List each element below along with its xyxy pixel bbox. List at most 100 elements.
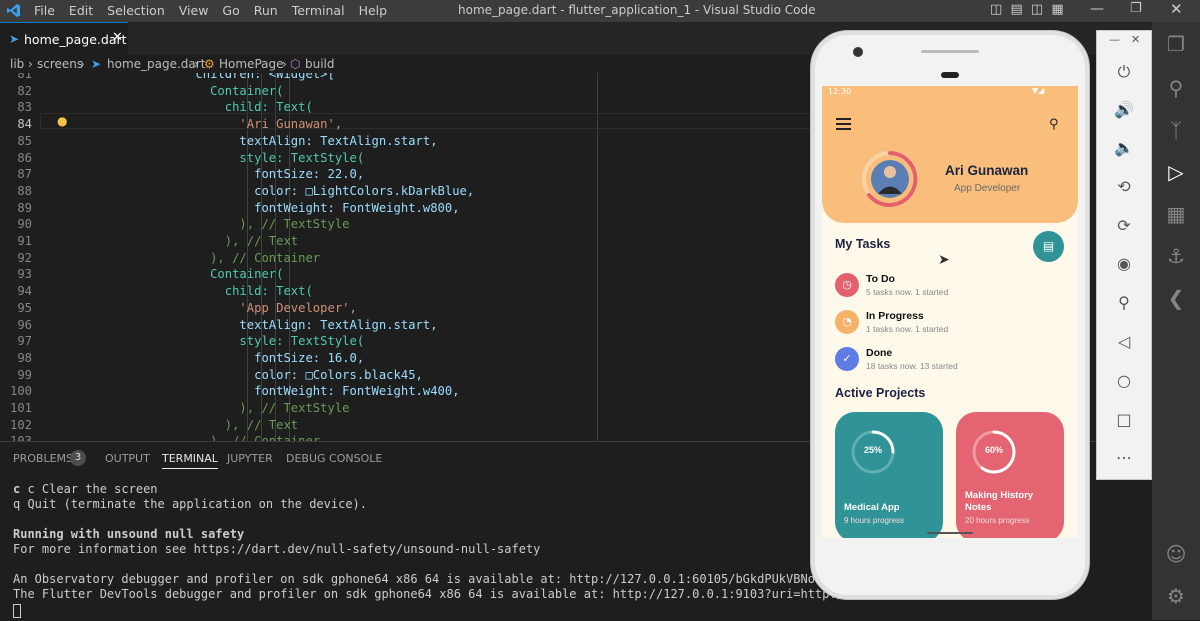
phone-screen: 12:30 ▼◢ ⚲ Ari Gunawan App Developer My …	[822, 86, 1078, 538]
extensions-icon[interactable]: ▦	[1164, 202, 1188, 226]
back-icon[interactable]: ◁	[1113, 331, 1135, 353]
task-title: In Progress	[866, 310, 924, 322]
project-card-history-notes[interactable]: 60% Making History Notes 20 hours progre…	[956, 412, 1064, 538]
testing-icon[interactable]: ⚓	[1164, 244, 1188, 268]
emulator-minimize-icon[interactable]: —	[1109, 33, 1120, 46]
explorer-icon[interactable]: ❐	[1164, 32, 1188, 56]
task-item-done[interactable]: ✓ Done 18 tasks now. 13 started	[822, 344, 1078, 376]
menu-file[interactable]: File	[34, 3, 55, 18]
code-text: color: □Colors.black45,	[56, 367, 423, 382]
emulator-close-icon[interactable]: ✕	[1131, 33, 1140, 46]
zoom-icon[interactable]: ⚲	[1113, 292, 1135, 314]
home-icon[interactable]: ○	[1113, 370, 1135, 392]
close-window-button[interactable]: ✕	[1170, 0, 1183, 18]
code-line: 98 fontSize: 16.0,	[0, 350, 820, 367]
tab-terminal[interactable]: TERMINAL	[162, 452, 218, 469]
project-title: Making History Notes	[965, 490, 1034, 513]
line-number: 81	[17, 73, 32, 81]
tab-output[interactable]: OUTPUT	[105, 452, 150, 465]
tab-debug-console[interactable]: DEBUG CONSOLE	[286, 452, 382, 465]
front-camera	[853, 47, 863, 57]
line-number: 100	[9, 384, 32, 399]
task-item-in-progress[interactable]: ◔ In Progress 1 tasks now. 1 started	[822, 307, 1078, 339]
tab-home-page-dart[interactable]: ➤ home_page.dart ✕	[0, 22, 128, 55]
search-icon[interactable]: ⚲	[1049, 117, 1059, 132]
calendar-button[interactable]: ▤	[1033, 231, 1064, 262]
title-bar: File Edit Selection View Go Run Terminal Help h…	[0, 0, 1200, 22]
code-line: 95 'App Developer',	[0, 300, 820, 317]
power-icon[interactable]: ⏻	[1113, 61, 1135, 83]
code-text: 'App Developer',	[56, 300, 357, 315]
line-number: 85	[17, 133, 32, 148]
flutter-icon[interactable]: ❮	[1164, 286, 1188, 310]
line-number: 83	[17, 100, 32, 115]
tab-problems[interactable]: PROBLEMS	[13, 452, 73, 465]
breadcrumb-lib[interactable]: lib	[10, 57, 24, 71]
problems-count-badge: 3	[70, 450, 86, 466]
code-text: fontWeight: FontWeight.w400,	[56, 384, 460, 399]
line-number: 94	[17, 284, 32, 299]
close-tab-icon[interactable]: ✕	[112, 30, 123, 45]
task-item-todo[interactable]: ◷ To Do 5 tasks now. 1 started	[822, 270, 1078, 302]
gear-icon[interactable]: ⚙	[1164, 584, 1188, 608]
alarm-icon: ◷	[835, 273, 859, 297]
run-debug-icon[interactable]: ▷	[1164, 160, 1188, 184]
toggle-sidebar-icon[interactable]: ◫	[990, 2, 1002, 17]
code-line: 92 ), // Container	[0, 250, 820, 267]
home-indicator[interactable]	[927, 532, 973, 534]
toggle-secondary-sidebar-icon[interactable]: ◫	[1031, 2, 1043, 17]
task-subtitle: 18 tasks now. 13 started	[866, 361, 958, 371]
chevron-right-icon: ›	[282, 57, 287, 71]
line-number: 103	[0, 433, 32, 441]
camera-icon[interactable]: ◉	[1113, 253, 1135, 275]
code-line: 102 ), // Text	[0, 417, 820, 434]
menu-view[interactable]: View	[179, 3, 209, 18]
code-line: 87 fontSize: 22.0,	[0, 166, 820, 183]
line-number: 82	[17, 83, 32, 98]
code-text: child: Text(	[56, 100, 313, 115]
volume-up-icon[interactable]: 🔊	[1113, 99, 1135, 121]
code-text: children: <Widget>[	[56, 73, 335, 81]
menu-run[interactable]: Run	[254, 3, 278, 18]
emulator-toolbar: — ✕ ⏻ 🔊 🔈 ⟲ ⟳ ◉ ⚲ ◁ ○ □ ⋯	[1096, 30, 1152, 480]
tab-jupyter[interactable]: JUPYTER	[227, 452, 273, 465]
code-line: 84 'Ari Gunawan',	[0, 116, 820, 133]
line-number: 88	[17, 183, 32, 198]
line-number: 86	[17, 150, 32, 165]
rotate-right-icon[interactable]: ⟳	[1113, 215, 1135, 237]
customize-layout-icon[interactable]: ▦	[1051, 2, 1063, 17]
breadcrumb-file[interactable]: home_page.dart	[107, 57, 205, 71]
check-icon: ✓	[835, 347, 859, 371]
code-line: 91 ), // Text	[0, 233, 820, 250]
code-text: style: TextStyle(	[56, 150, 365, 165]
code-line: 86 style: TextStyle(	[0, 150, 820, 167]
rotate-left-icon[interactable]: ⟲	[1113, 176, 1135, 198]
search-icon[interactable]: ⚲	[1164, 76, 1188, 100]
code-text: fontSize: 16.0,	[56, 350, 365, 365]
line-number: 102	[9, 417, 32, 432]
breadcrumb-screens[interactable]: screens	[37, 57, 83, 71]
minimize-button[interactable]: —	[1090, 1, 1104, 17]
code-text: textAlign: TextAlign.start,	[56, 133, 438, 148]
project-percent: 25%	[863, 445, 882, 455]
more-icon[interactable]: ⋯	[1113, 447, 1135, 469]
menu-go[interactable]: Go	[222, 3, 239, 18]
source-control-icon[interactable]: ᛉ	[1164, 118, 1188, 142]
restore-button[interactable]: ❐	[1130, 1, 1142, 16]
account-icon[interactable]: ☺	[1164, 542, 1188, 566]
menu-edit[interactable]: Edit	[69, 3, 93, 18]
volume-down-icon[interactable]: 🔈	[1113, 137, 1135, 159]
menu-selection[interactable]: Selection	[107, 3, 165, 18]
menu-help[interactable]: Help	[359, 3, 388, 18]
menu-icon[interactable]	[836, 118, 851, 130]
code-line: 99 color: □Colors.black45,	[0, 367, 820, 384]
earpiece	[941, 72, 959, 78]
code-line: 103 ), // Container	[0, 433, 820, 441]
breadcrumb-method[interactable]: build	[305, 57, 335, 71]
toggle-panel-icon[interactable]: ▤	[1010, 2, 1022, 17]
overview-icon[interactable]: □	[1113, 409, 1135, 431]
project-card-medical-app[interactable]: 25% Medical App 9 hours progress	[835, 412, 943, 538]
status-icons: ▼◢	[1032, 86, 1045, 95]
breadcrumb-class[interactable]: HomePage	[219, 57, 284, 71]
menu-terminal[interactable]: Terminal	[292, 3, 345, 18]
